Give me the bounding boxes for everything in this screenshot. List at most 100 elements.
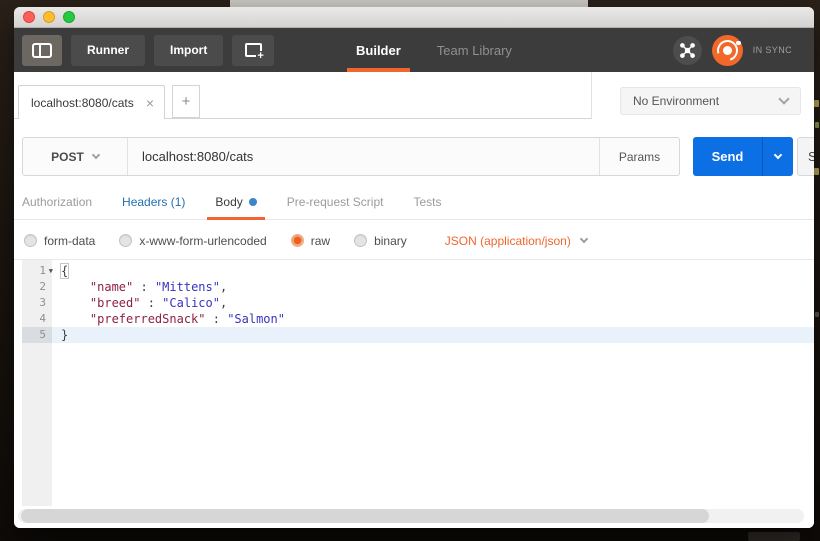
code-token: , [219,296,228,310]
background-window-edge [230,0,588,7]
request-subtab-authorization[interactable]: Authorization [22,185,92,219]
code-token: "name" [89,280,134,294]
code-token: : [205,312,228,326]
line-number: 3 [22,295,52,311]
environment-selector[interactable]: No Environment [620,87,801,115]
body-mode-row: form-data x-www-form-urlencoded raw binary J… [14,222,814,260]
postman-window: Runner Import Builder Team Library [14,7,814,528]
interceptor-button[interactable] [672,35,702,65]
request-subtab-label: Pre-request Script [286,195,384,209]
code-token: { [61,264,69,278]
minimize-window-button[interactable] [43,11,55,23]
header-right-cluster: IN SYNC [672,28,792,72]
nav-tab-builder[interactable]: Builder [347,28,410,72]
content-type-dropdown[interactable]: JSON (application/json) [444,233,589,248]
background-code-glyph [814,100,819,107]
request-subtabs-row: Authorization Headers (1) Body Pre-request … [14,185,814,222]
editor-line-1: 1 ▼ { [22,263,814,279]
editor-line-3: 3 "breed" : "Calico", [22,295,814,311]
horizontal-scrollbar-track[interactable] [18,509,804,523]
code-text[interactable]: "breed" : "Calico", [52,295,814,311]
method-label: POST [51,149,84,164]
body-mode-form-data[interactable]: form-data [24,234,95,248]
request-subtab-label: Body [215,195,243,209]
code-token: "Mittens" [154,280,220,294]
request-tab-title: localhost:8080/cats [31,95,134,110]
code-token: "Salmon" [227,312,285,326]
nav-tab-team-library[interactable]: Team Library [437,28,512,72]
request-subtab-body[interactable]: Body [207,185,266,220]
close-tab-icon[interactable]: × [146,96,164,110]
body-mode-label: x-www-form-urlencoded [139,233,267,248]
line-number: 5 [22,327,52,343]
editor-line-5: 5} [22,327,814,343]
background-code-glyph [814,168,819,175]
raw-body-editor[interactable]: 1 ▼{2 "name" : "Mittens", 3 "breed" : "Cal… [14,260,814,506]
sync-status-label: IN SYNC [752,45,792,55]
background-code-glyph [815,312,819,317]
editor-bottom-zone [14,506,814,528]
line-number: 1 ▼ [22,263,53,279]
radio-raw[interactable] [290,234,304,247]
new-window-icon [244,43,265,62]
code-text[interactable]: { [52,263,814,279]
send-button[interactable]: Send [693,137,793,176]
code-token: "breed" [89,296,141,310]
line-number: 4 [22,311,52,327]
sidebar-icon [32,42,52,58]
runner-button[interactable]: Runner [71,34,145,66]
code-token: } [61,328,69,342]
send-options-caret[interactable] [763,137,793,176]
code-token: "Calico" [162,296,220,310]
environment-selected-label: No Environment [633,94,720,108]
body-mode-binary[interactable]: binary [354,234,407,248]
method-dropdown[interactable]: POST [23,138,128,175]
code-text[interactable]: } [52,327,814,343]
request-subtab-pre-request-script[interactable]: Pre-request Script [287,185,384,219]
header-toolbar: Runner Import Builder Team Library [14,28,814,72]
new-tab-button[interactable]: + [172,85,200,118]
radio-x-www-form-urlencoded[interactable] [119,234,133,247]
background-code-glyph [815,122,819,128]
request-subtab-label: Authorization [22,195,93,209]
body-content-dot [248,198,257,206]
code-text[interactable]: "name" : "Mittens", [52,279,814,295]
content-type-label: JSON (application/json) [444,233,571,248]
background-dock-hint [748,532,800,541]
sidebar-toggle-button[interactable] [22,34,62,66]
zoom-window-button[interactable] [63,11,75,23]
header-nav-tabs: Builder Team Library [347,28,512,72]
chevron-down-icon [778,93,790,105]
chevron-down-icon [773,150,783,160]
sync-status-button[interactable] [711,34,743,66]
body-mode-raw[interactable]: raw [290,234,330,248]
horizontal-scrollbar-thumb[interactable] [21,509,709,523]
import-button[interactable]: Import [154,34,224,66]
url-input[interactable] [128,138,599,175]
new-window-button[interactable] [232,34,275,66]
environment-divider [591,72,592,119]
save-button[interactable]: S [797,137,814,176]
request-subtab-headers-1[interactable]: Headers (1) [122,185,185,219]
code-text[interactable]: "preferredSnack" : "Salmon" [52,311,814,327]
editor-line-2: 2 "name" : "Mittens", [22,279,814,295]
radio-binary[interactable] [354,234,368,247]
request-tab[interactable]: localhost:8080/cats × [18,85,165,119]
editor-line-4: 4 "preferredSnack" : "Salmon" [22,311,814,327]
code-token: : [140,296,163,310]
send-label: Send [693,137,763,176]
close-window-button[interactable] [23,11,35,23]
request-subtab-label: Headers (1) [122,195,186,209]
line-number: 2 [22,279,52,295]
code-token: , [219,280,228,294]
request-subtabs: Authorization Headers (1) Body Pre-request … [22,185,814,220]
code-token: : [133,280,155,294]
request-subtab-tests[interactable]: Tests [413,185,441,219]
interceptor-icon [679,42,695,58]
radio-form-data[interactable] [24,234,37,247]
fold-caret-icon[interactable]: ▼ [49,263,53,279]
params-button[interactable]: Params [599,138,679,175]
request-tab-strip: localhost:8080/cats × + No Environment [14,72,814,132]
body-mode-x-www-form-urlencoded[interactable]: x-www-form-urlencoded [119,233,267,248]
